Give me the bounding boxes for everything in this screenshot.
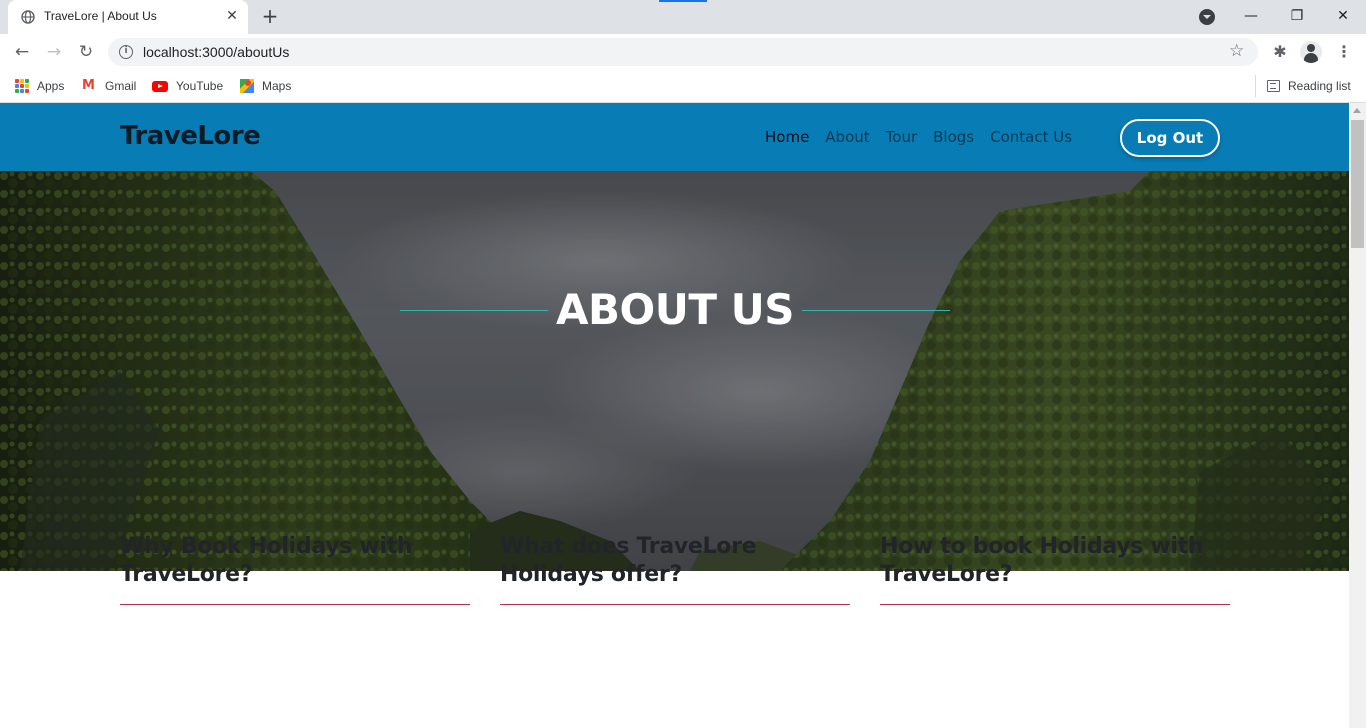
bookmark-gmail[interactable]: Gmail (82, 76, 136, 96)
browser-menu-icon[interactable]: ⋮ (1336, 41, 1352, 63)
brand-logo[interactable]: TraveLore (120, 121, 261, 151)
youtube-icon (152, 80, 168, 92)
extensions-puzzle-icon[interactable]: ✱ (1270, 42, 1290, 62)
maps-icon (240, 79, 254, 93)
card-heading: How to book Holidays with TraveLore? (880, 534, 1204, 587)
hero-overlay (0, 171, 1349, 571)
tab-title: TraveLore | About Us (44, 9, 157, 23)
card-heading: What does TraveLore Holidays offer? (500, 534, 757, 587)
tab-search-icon[interactable] (1199, 9, 1215, 25)
back-arrow-icon[interactable]: ← (10, 40, 34, 64)
scrollbar-thumb[interactable] (1351, 120, 1364, 248)
url-text[interactable]: localhost:3000/aboutUs (143, 44, 289, 60)
card-divider (880, 604, 1230, 605)
close-tab-icon[interactable]: ✕ (224, 8, 240, 24)
site-info-icon[interactable]: i (119, 45, 133, 59)
card-divider (500, 604, 850, 605)
reading-list-icon (1267, 80, 1280, 92)
tab-strip-indicator (659, 0, 707, 2)
bookmark-label: YouTube (176, 79, 224, 93)
card-divider (120, 604, 470, 605)
site-navbar: TraveLore Home About Tour Blogs Contact … (0, 103, 1349, 171)
gmail-icon (82, 78, 97, 93)
page-scrollbar[interactable] (1349, 103, 1366, 728)
page-viewport: TraveLore Home About Tour Blogs Contact … (0, 103, 1349, 728)
nav-links: Home About Tour Blogs Contact Us (765, 128, 1072, 146)
close-window-button[interactable]: ✕ (1320, 0, 1366, 32)
bookmark-star-icon[interactable]: ☆ (1229, 41, 1244, 61)
card-heading: Why Book Holidays with TraveLore? (120, 534, 413, 587)
info-card-what-offer: What does TraveLore Holidays offer? (500, 533, 850, 605)
info-card-how-to-book: How to book Holidays with TraveLore? (880, 533, 1230, 605)
hero-banner: ABOUT US (0, 171, 1349, 571)
browser-tab-strip: TraveLore | About Us ✕ + — ❐ ✕ (0, 0, 1366, 34)
restore-button[interactable]: ❐ (1274, 0, 1320, 32)
minimize-button[interactable]: — (1228, 0, 1274, 32)
scroll-up-arrow-icon[interactable] (1353, 108, 1361, 113)
bookmarks-bar: Apps Gmail YouTube Maps Reading list (0, 70, 1366, 103)
address-bar[interactable]: i localhost:3000/aboutUs ☆ (108, 38, 1258, 66)
nav-link-about[interactable]: About (825, 128, 869, 146)
reading-list-label: Reading list (1288, 79, 1351, 93)
reload-icon[interactable]: ↻ (74, 40, 98, 64)
nav-link-tour[interactable]: Tour (886, 128, 917, 146)
hero-title: ABOUT US (556, 285, 794, 334)
new-tab-button[interactable]: + (258, 5, 282, 29)
logout-button[interactable]: Log Out (1120, 119, 1220, 157)
bookmark-apps[interactable]: Apps (15, 76, 64, 96)
profile-avatar[interactable] (1300, 41, 1322, 63)
bookmarks-divider (1255, 75, 1256, 97)
reading-list-button[interactable]: Reading list (1267, 76, 1351, 96)
bookmark-label: Maps (262, 79, 292, 93)
info-card-why-book: Why Book Holidays with TraveLore? (120, 533, 470, 605)
nav-link-blogs[interactable]: Blogs (933, 128, 974, 146)
apps-grid-icon (15, 79, 29, 93)
bookmark-youtube[interactable]: YouTube (152, 76, 223, 96)
nav-link-home[interactable]: Home (765, 128, 809, 146)
browser-toolbar: ← → ↻ i localhost:3000/aboutUs ☆ ✱ ⋮ (0, 34, 1366, 70)
forward-arrow-icon[interactable]: → (42, 40, 66, 64)
globe-icon (21, 10, 35, 24)
bookmark-label: Gmail (105, 79, 137, 93)
nav-link-contact-us[interactable]: Contact Us (990, 128, 1072, 146)
bookmark-maps[interactable]: Maps (240, 76, 291, 96)
hero-title-block: ABOUT US (400, 281, 950, 341)
bookmark-label: Apps (37, 79, 65, 93)
browser-tab[interactable]: TraveLore | About Us ✕ (8, 0, 248, 34)
